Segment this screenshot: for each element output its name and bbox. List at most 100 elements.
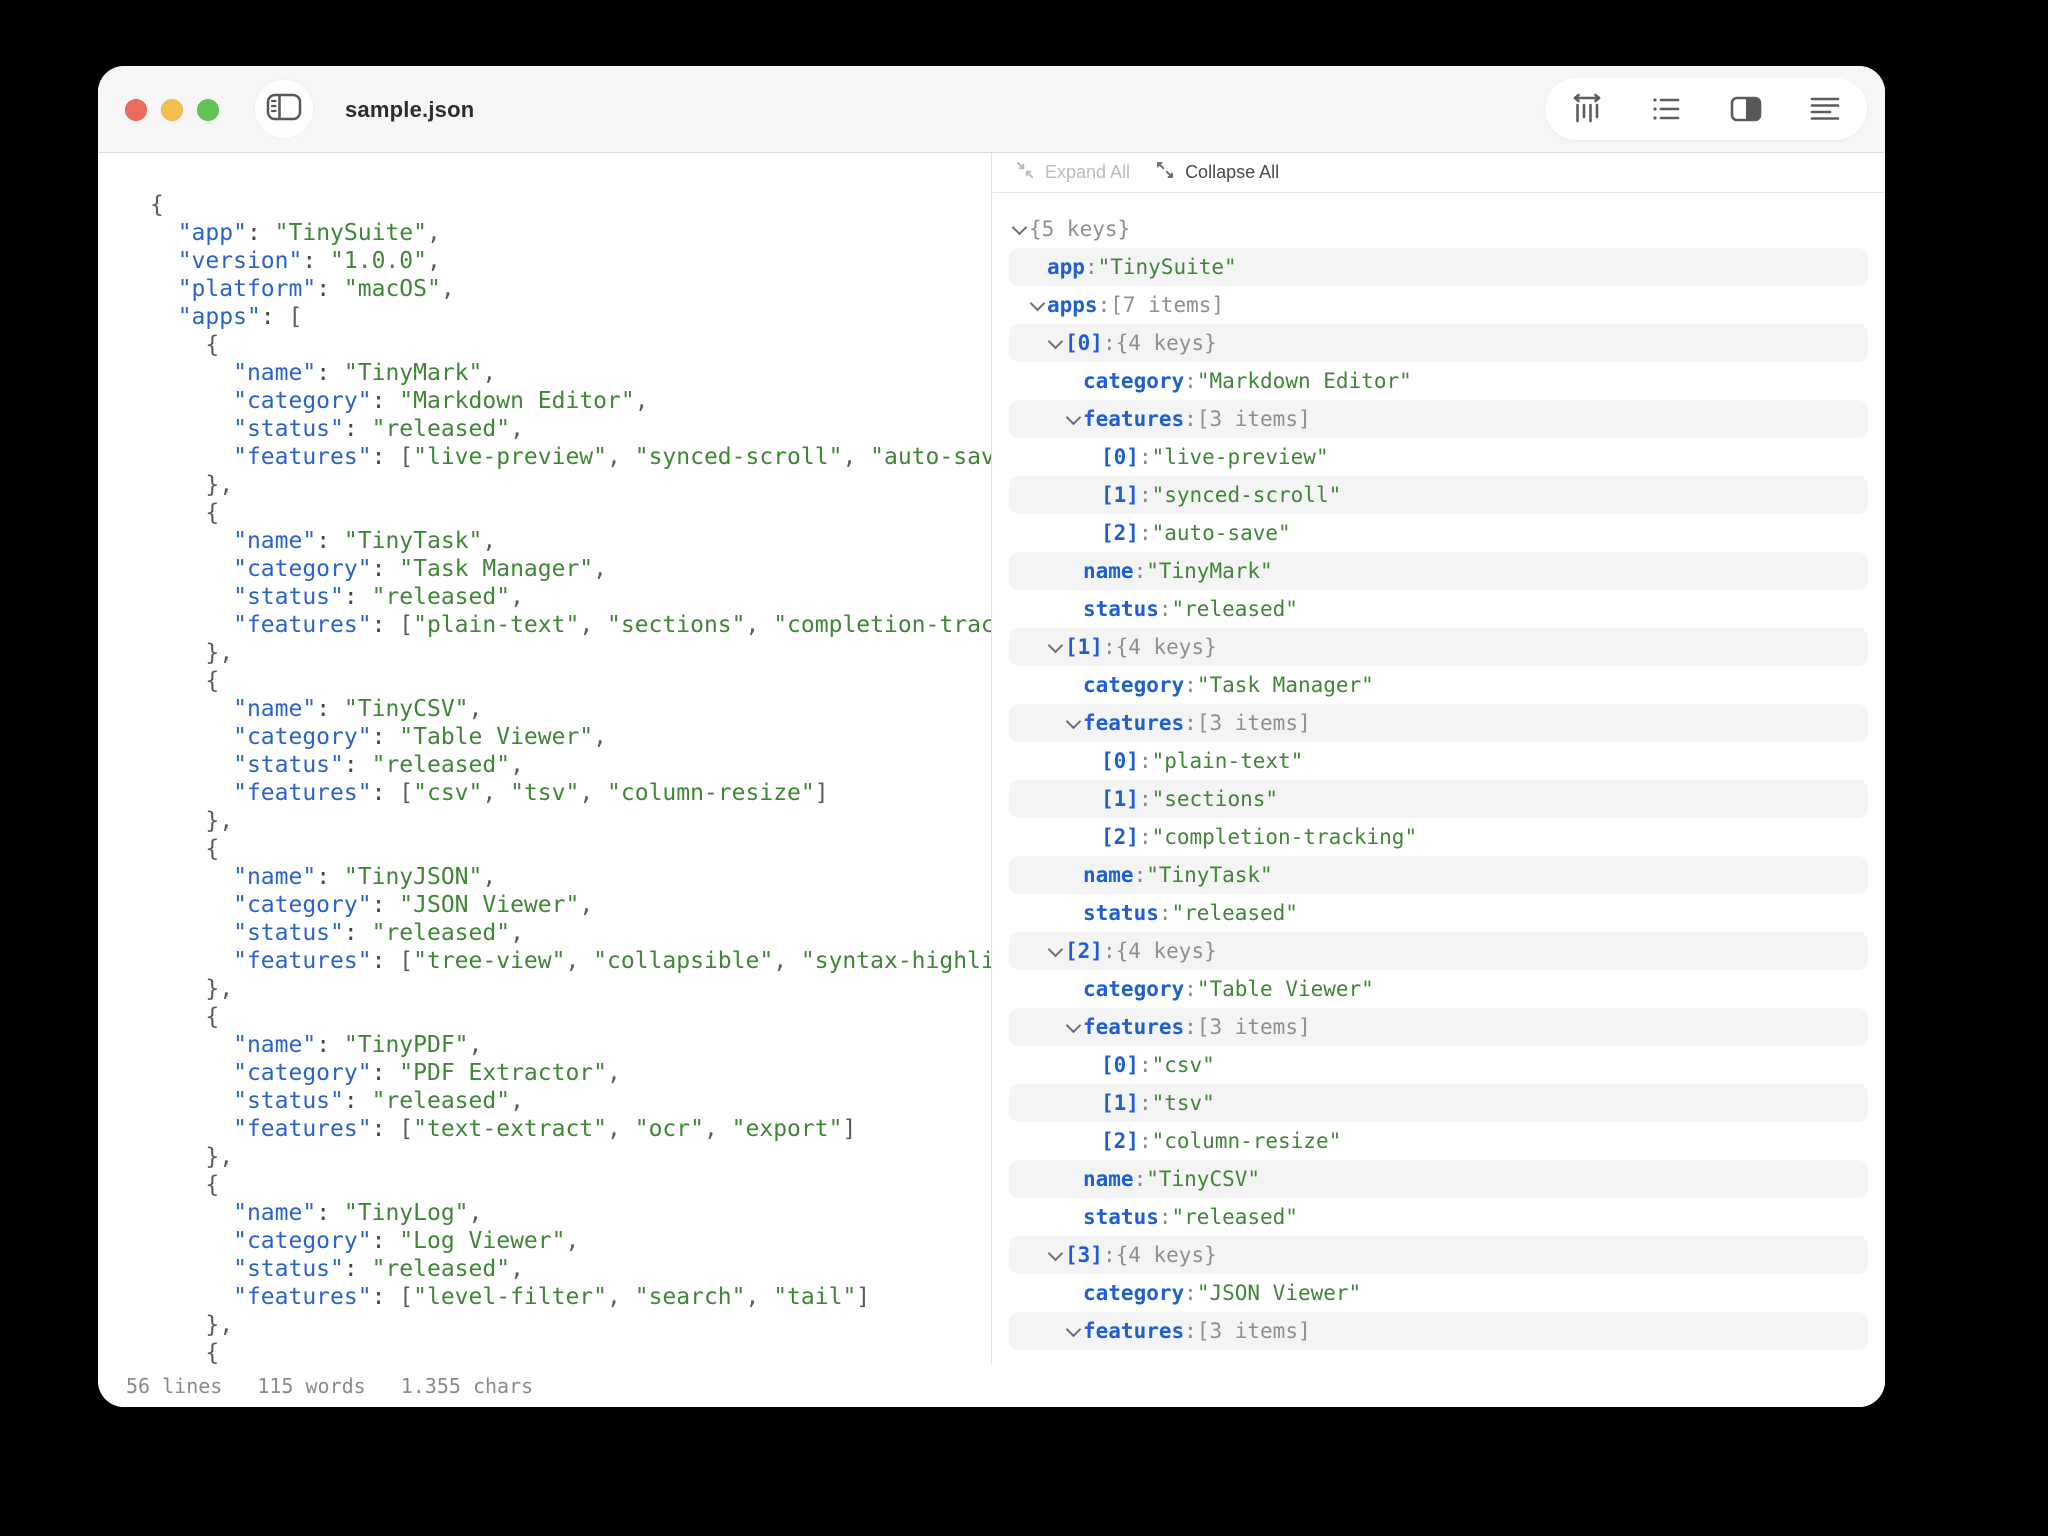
tree-colon: : (1184, 1319, 1197, 1343)
minimize-button[interactable] (161, 98, 183, 121)
tree-colon: : (1138, 825, 1152, 849)
tree-value: "TinySuite" (1097, 255, 1237, 279)
tree-value: "Markdown Editor" (1196, 369, 1412, 393)
tree-row[interactable]: features: [3 items] (1009, 1008, 1868, 1046)
tree-key: [1] (1101, 787, 1139, 811)
tree-row[interactable]: [2]: {4 keys} (1009, 932, 1868, 970)
tree-value: "live-preview" (1151, 445, 1329, 469)
tree-row[interactable]: [1]: "sections" (1009, 780, 1868, 818)
tree-key: apps (1047, 293, 1098, 317)
tree-row[interactable]: category: "Markdown Editor" (1009, 362, 1868, 400)
tree-key: [2] (1065, 939, 1103, 963)
tree-colon: : (1138, 445, 1152, 469)
tree-row[interactable]: features: [3 items] (1009, 400, 1868, 438)
code-line: "version": "1.0.0", (177, 248, 441, 274)
tree-value: "TinyTask" (1146, 863, 1273, 887)
tree-row[interactable]: apps: [7 items] (1009, 286, 1868, 324)
tree-colon: : (1138, 1091, 1152, 1115)
tree-key: [2] (1101, 521, 1139, 545)
tree-row[interactable]: category: "Table Viewer" (1009, 970, 1868, 1008)
tree-meta: [3 items] (1196, 1319, 1311, 1343)
code-line: "category": "Table Viewer", (233, 724, 608, 750)
window-title: sample.json (345, 96, 475, 122)
expand-all-label: Expand All (1045, 162, 1131, 182)
tree-toolbar: Expand All Collapse All (993, 153, 1885, 193)
tree-colon: : (1102, 635, 1116, 659)
tree-key: [0] (1101, 749, 1139, 773)
tree-key: name (1083, 863, 1134, 887)
tree-row[interactable]: [1]: {4 keys} (1009, 628, 1868, 666)
tree-row[interactable]: [0]: "plain-text" (1009, 742, 1868, 780)
tree-colon: : (1138, 749, 1152, 773)
adjust-column-width-icon[interactable] (1569, 91, 1605, 127)
code-line: "status": "released", (233, 1256, 524, 1282)
tree-key: [0] (1101, 1053, 1139, 1077)
tree-meta: {4 keys} (1115, 331, 1217, 355)
code-line: "category": "PDF Extractor", (233, 1060, 621, 1086)
tree-key: category (1083, 977, 1185, 1001)
tree-row[interactable]: status: "released" (1009, 894, 1868, 932)
tree-colon: : (1138, 483, 1152, 507)
close-button[interactable] (125, 98, 147, 121)
tree-row[interactable]: [3]: {4 keys} (1009, 1236, 1868, 1274)
code-line: "status": "released", (233, 752, 524, 778)
tree-meta: [3 items] (1196, 407, 1311, 431)
tree-value: "TinyMark" (1146, 559, 1273, 583)
tree-colon: : (1184, 1015, 1197, 1039)
code-line: "category": "Task Manager", (233, 556, 608, 582)
tree-key: features (1083, 407, 1185, 431)
tree-colon: : (1138, 521, 1152, 545)
code-line: { (150, 332, 220, 358)
text-lines-icon[interactable] (1807, 91, 1843, 127)
tree-key: features (1083, 1319, 1185, 1343)
tree-row[interactable]: category: "JSON Viewer" (1009, 1274, 1868, 1312)
tree-row[interactable]: app: "TinySuite" (1009, 248, 1868, 286)
code-line: { (150, 192, 164, 218)
split-view-icon[interactable] (1728, 91, 1764, 127)
code-line: "features": ["plain-text", "sections", "… (233, 612, 991, 638)
zoom-button[interactable] (197, 98, 219, 121)
tree-colon: : (1102, 939, 1116, 963)
code-line: "features": ["text-extract", "ocr", "exp… (233, 1116, 857, 1142)
tree-row[interactable]: [1]: "tsv" (1009, 1084, 1868, 1122)
tree-row[interactable]: [0]: {4 keys} (1009, 324, 1868, 362)
tree-key: status (1083, 901, 1159, 925)
tree-row[interactable]: name: "TinyMark" (1009, 552, 1868, 590)
toggle-sidebar-button[interactable] (255, 80, 313, 138)
tree-row[interactable]: status: "released" (1009, 590, 1868, 628)
tree-key: [1] (1065, 635, 1103, 659)
tree-row[interactable]: [2]: "auto-save" (1009, 514, 1868, 552)
tree-row[interactable]: name: "TinyTask" (1009, 856, 1868, 894)
expand-all-button[interactable]: Expand All (1014, 159, 1130, 186)
tree-value: "Task Manager" (1196, 673, 1374, 697)
bullet-list-icon[interactable] (1648, 91, 1684, 127)
tree-colon: : (1184, 673, 1197, 697)
title-bar: sample.json (98, 66, 1885, 153)
tree-row[interactable]: status: "released" (1009, 1198, 1868, 1236)
code-line: { (150, 836, 220, 862)
tree-value: "csv" (1151, 1053, 1215, 1077)
status-bar: 56 lines 115 words 1.355 chars (98, 1365, 1885, 1407)
tree-row[interactable]: {5 keys} (1009, 210, 1868, 248)
json-source-editor[interactable]: { "app": "TinySuite", "version": "1.0.0"… (98, 153, 992, 1365)
tree-row[interactable]: [0]: "live-preview" (1009, 438, 1868, 476)
tree-key: [2] (1101, 1129, 1139, 1153)
code-line: "features": ["tree-view", "collapsible",… (233, 948, 991, 974)
collapse-all-icon (1154, 159, 1176, 186)
collapse-all-button[interactable]: Collapse All (1154, 159, 1279, 186)
tree-row[interactable]: [1]: "synced-scroll" (1009, 476, 1868, 514)
tree-colon: : (1158, 1205, 1172, 1229)
tree-meta: {5 keys} (1029, 217, 1131, 241)
tree-row[interactable]: [0]: "csv" (1009, 1046, 1868, 1084)
tree-row[interactable]: [2]: "completion-tracking" (1009, 818, 1868, 856)
tree-row[interactable]: features: [3 items] (1009, 704, 1868, 742)
tree-key: features (1083, 1015, 1185, 1039)
tree-row[interactable]: [2]: "column-resize" (1009, 1122, 1868, 1160)
tree-key: category (1083, 369, 1185, 393)
tree-row[interactable]: name: "TinyCSV" (1009, 1160, 1868, 1198)
tree-row[interactable]: features: [3 items] (1009, 1312, 1868, 1350)
word-count: 115 words (257, 1374, 366, 1398)
code-line: { (150, 668, 220, 694)
tree-row[interactable]: category: "Task Manager" (1009, 666, 1868, 704)
tree-meta: [3 items] (1196, 711, 1311, 735)
